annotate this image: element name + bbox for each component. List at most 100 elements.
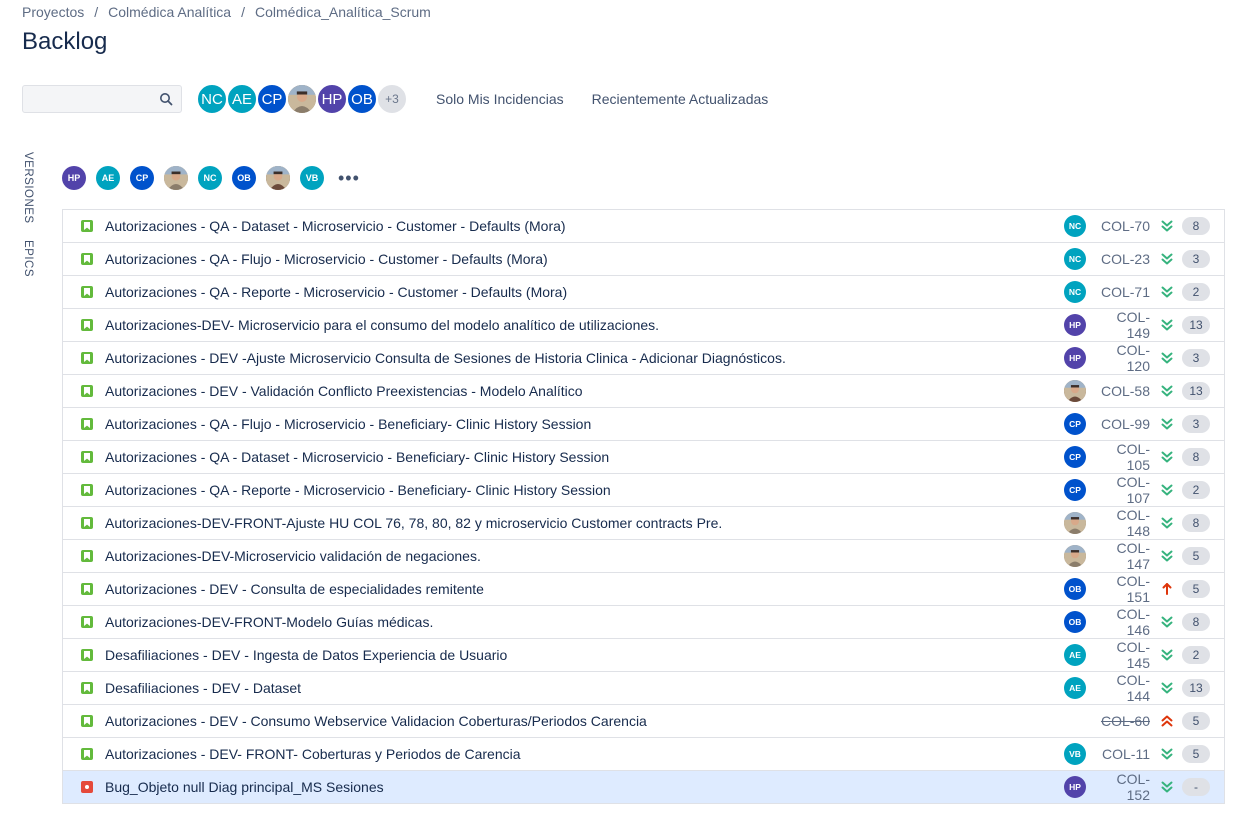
issue-summary: Autorizaciones - QA - Flujo - Microservi… — [105, 251, 548, 267]
avatar-initials: HP — [1069, 320, 1081, 330]
issue-key[interactable]: COL-11 — [1096, 746, 1150, 762]
assignee-filter-avatar[interactable]: NC — [198, 166, 222, 190]
story-icon — [81, 352, 93, 364]
backlog-issue-row[interactable]: Autorizaciones-DEV-Microservicio validac… — [63, 540, 1224, 573]
avatar[interactable]: CP — [256, 83, 288, 115]
breadcrumb-item-project[interactable]: Colmédica Analítica — [108, 4, 231, 20]
avatar-initials: OB — [351, 90, 373, 108]
backlog-issue-row[interactable]: Autorizaciones - QA - Flujo - Microservi… — [63, 408, 1224, 441]
issue-key[interactable]: COL-147 — [1096, 540, 1150, 572]
story-icon — [81, 583, 93, 595]
quick-filter-my-issues[interactable]: Solo Mis Incidencias — [436, 91, 564, 107]
priority-low-icon — [1161, 352, 1173, 364]
issue-key[interactable]: COL-105 — [1096, 441, 1150, 473]
backlog-issue-row[interactable]: Autorizaciones - DEV - Consulta de espec… — [63, 573, 1224, 606]
more-icon[interactable]: ••• — [338, 169, 360, 187]
issue-meta: CP COL-99 3 — [1064, 408, 1210, 440]
backlog-issue-row[interactable]: Autorizaciones - QA - Reporte - Microser… — [63, 276, 1224, 309]
avatar-initials: CP — [135, 173, 149, 183]
priority-low-icon — [1161, 451, 1173, 463]
issue-key[interactable]: COL-145 — [1096, 639, 1150, 671]
backlog-issue-row[interactable]: Desafiliaciones - DEV - Ingesta de Datos… — [63, 639, 1224, 672]
issue-key[interactable]: COL-149 — [1096, 309, 1150, 341]
issue-key[interactable]: COL-71 — [1096, 284, 1150, 300]
tab-versions[interactable]: VERSIONES — [22, 152, 34, 224]
assignee-avatar: NC — [1064, 215, 1086, 237]
search-input[interactable] — [23, 86, 169, 112]
backlog-issue-row[interactable]: Autorizaciones - DEV - Consumo Webservic… — [63, 705, 1224, 738]
priority-low-icon — [1161, 748, 1173, 760]
backlog-issue-row[interactable]: Autorizaciones - QA - Flujo - Microservi… — [63, 243, 1224, 276]
issue-key[interactable]: COL-148 — [1096, 507, 1150, 539]
issue-meta: NC COL-71 2 — [1064, 276, 1210, 308]
assignee-filter-avatar[interactable]: CP — [130, 166, 154, 190]
issue-key[interactable]: COL-70 — [1096, 218, 1150, 234]
assignee-avatar: CP — [1064, 446, 1086, 468]
avatar[interactable]: OB — [346, 83, 378, 115]
avatar[interactable]: AE — [226, 83, 258, 115]
avatar[interactable] — [286, 83, 318, 115]
story-icon — [81, 220, 93, 232]
assignee-filter-avatar[interactable] — [266, 166, 290, 190]
backlog-issue-row[interactable]: Autorizaciones - DEV -Ajuste Microservic… — [63, 342, 1224, 375]
assignee-filter-row: HP AE CP NC OB VB ••• — [62, 166, 360, 190]
backlog-list: Autorizaciones - QA - Dataset - Microser… — [62, 209, 1225, 804]
issue-meta: COL-60 5 — [1096, 705, 1210, 737]
issue-key[interactable]: COL-152 — [1096, 771, 1150, 803]
backlog-issue-row[interactable]: Bug_Objeto null Diag principal_MS Sesion… — [63, 771, 1224, 804]
issue-meta: CP COL-107 2 — [1064, 474, 1210, 506]
avatar-initials: NC — [1068, 287, 1082, 297]
issue-meta: VB COL-11 5 — [1064, 738, 1210, 770]
avatar-initials: NC — [201, 90, 223, 108]
backlog-issue-row[interactable]: Autorizaciones - DEV- FRONT- Coberturas … — [63, 738, 1224, 771]
issue-meta: HP COL-149 13 — [1064, 309, 1210, 341]
issue-key[interactable]: COL-60 — [1096, 713, 1150, 729]
assignee-filter-avatar[interactable]: HP — [62, 166, 86, 190]
assignee-avatar: NC — [1064, 248, 1086, 270]
issue-key[interactable]: COL-23 — [1096, 251, 1150, 267]
breadcrumb-item-projects[interactable]: Proyectos — [22, 4, 84, 20]
issue-key[interactable]: COL-107 — [1096, 474, 1150, 506]
avatar-initials: CP — [261, 90, 283, 108]
breadcrumb-item-board[interactable]: Colmédica_Analítica_Scrum — [255, 4, 431, 20]
avatar-initials: AE — [1069, 650, 1081, 660]
issue-key[interactable]: COL-144 — [1096, 672, 1150, 704]
avatar-filter-group: NC AE CP HP OB +3 — [196, 83, 408, 115]
backlog-issue-row[interactable]: Autorizaciones - QA - Reporte - Microser… — [63, 474, 1224, 507]
more-avatars-button[interactable]: +3 — [376, 83, 408, 115]
issue-key[interactable]: COL-58 — [1096, 383, 1150, 399]
quick-filter-recently-updated[interactable]: Recientemente Actualizadas — [592, 91, 769, 107]
assignee-avatar: HP — [1064, 347, 1086, 369]
backlog-issue-row[interactable]: Autorizaciones-DEV-FRONT-Ajuste HU COL 7… — [63, 507, 1224, 540]
assignee-avatar: OB — [1064, 611, 1086, 633]
issue-key[interactable]: COL-151 — [1096, 573, 1150, 605]
avatar-initials: OB — [1068, 584, 1082, 594]
backlog-issue-row[interactable]: Autorizaciones - QA - Dataset - Microser… — [63, 441, 1224, 474]
backlog-issue-row[interactable]: Autorizaciones - DEV - Validación Confli… — [63, 375, 1224, 408]
assignee-avatar: VB — [1064, 743, 1086, 765]
issue-key[interactable]: COL-120 — [1096, 342, 1150, 374]
assignee-avatar — [1064, 380, 1086, 402]
issue-meta: AE COL-145 2 — [1064, 639, 1210, 671]
issue-key[interactable]: COL-146 — [1096, 606, 1150, 638]
assignee-filter-avatar[interactable]: OB — [232, 166, 256, 190]
backlog-issue-row[interactable]: Autorizaciones-DEV-FRONT-Modelo Guías mé… — [63, 606, 1224, 639]
avatar[interactable]: HP — [316, 83, 348, 115]
search-icon[interactable] — [159, 92, 173, 106]
priority-low-icon — [1161, 220, 1173, 232]
assignee-filter-avatar[interactable]: VB — [300, 166, 324, 190]
issue-meta: OB COL-146 8 — [1064, 606, 1210, 638]
backlog-issue-row[interactable]: Autorizaciones-DEV- Microservicio para e… — [63, 309, 1224, 342]
tab-epics[interactable]: EPICS — [22, 240, 34, 277]
priority-low-icon — [1161, 484, 1173, 496]
story-icon — [81, 616, 93, 628]
story-icon — [81, 451, 93, 463]
backlog-issue-row[interactable]: Autorizaciones - QA - Dataset - Microser… — [63, 210, 1224, 243]
issue-key[interactable]: COL-99 — [1096, 416, 1150, 432]
search-box — [22, 85, 182, 113]
assignee-filter-avatar[interactable]: AE — [96, 166, 120, 190]
priority-low-icon — [1161, 253, 1173, 265]
assignee-filter-avatar[interactable] — [164, 166, 188, 190]
avatar[interactable]: NC — [196, 83, 228, 115]
backlog-issue-row[interactable]: Desafiliaciones - DEV - Dataset AE COL-144… — [63, 672, 1224, 705]
